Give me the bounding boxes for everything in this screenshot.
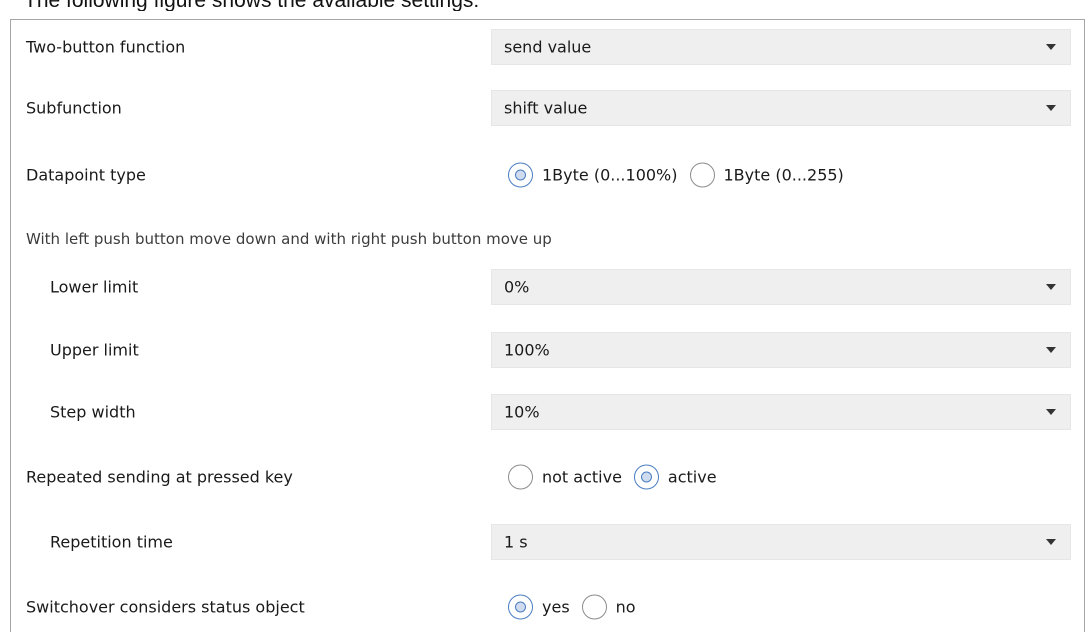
option-label: active bbox=[667, 467, 717, 487]
lower-limit-value: 0% bbox=[504, 277, 530, 297]
datapoint-type-radio-group: 1Byte (0...100%) 1Byte (0...255) bbox=[508, 162, 856, 188]
subfunction-value: shift value bbox=[504, 98, 588, 118]
datapoint-type-option-255[interactable]: 1Byte (0...255) bbox=[689, 162, 844, 188]
row-repetition-time: Repetition time 1 s bbox=[11, 522, 1084, 562]
row-switchover: Switchover considers status object yes n… bbox=[11, 587, 1084, 627]
radio-button-icon[interactable] bbox=[508, 594, 533, 620]
radio-button-icon[interactable] bbox=[633, 464, 659, 490]
datapoint-type-label: Datapoint type bbox=[26, 165, 146, 185]
caption-text: The following figure shows the available… bbox=[24, 0, 479, 11]
datapoint-type-option-percent[interactable]: 1Byte (0...100%) bbox=[508, 162, 678, 188]
chevron-down-icon bbox=[1046, 44, 1056, 50]
repetition-time-select[interactable]: 1 s bbox=[491, 524, 1071, 560]
repeated-sending-label: Repeated sending at pressed key bbox=[26, 467, 293, 487]
option-label: yes bbox=[542, 597, 570, 617]
clipped-caption: The following figure shows the available… bbox=[0, 0, 1089, 11]
switchover-radio-group: yes no bbox=[508, 594, 648, 620]
row-lower-limit: Lower limit 0% bbox=[11, 267, 1084, 307]
info-text: With left push button move down and with… bbox=[26, 230, 552, 248]
radio-button-icon[interactable] bbox=[508, 464, 533, 490]
settings-panel: Two-button function send value Subfuncti… bbox=[10, 19, 1085, 632]
lower-limit-label: Lower limit bbox=[50, 277, 139, 297]
option-label: no bbox=[615, 597, 636, 617]
chevron-down-icon bbox=[1046, 539, 1056, 545]
upper-limit-select[interactable]: 100% bbox=[491, 332, 1071, 368]
upper-limit-label: Upper limit bbox=[50, 340, 139, 360]
two-button-function-value: send value bbox=[504, 37, 592, 57]
row-two-button-function: Two-button function send value bbox=[11, 27, 1084, 67]
repetition-time-value: 1 s bbox=[504, 532, 528, 552]
switchover-option-no[interactable]: no bbox=[581, 594, 636, 620]
chevron-down-icon bbox=[1046, 284, 1056, 290]
option-label: 1Byte (0...100%) bbox=[542, 165, 678, 185]
step-width-label: Step width bbox=[50, 402, 136, 422]
repeated-sending-option-not-active[interactable]: not active bbox=[508, 464, 622, 490]
radio-button-icon[interactable] bbox=[581, 594, 607, 620]
radio-button-icon[interactable] bbox=[508, 162, 533, 188]
upper-limit-value: 100% bbox=[504, 340, 550, 360]
chevron-down-icon bbox=[1046, 409, 1056, 415]
row-repeated-sending: Repeated sending at pressed key not acti… bbox=[11, 457, 1084, 497]
repetition-time-label: Repetition time bbox=[50, 532, 173, 552]
option-label: not active bbox=[542, 467, 622, 487]
subfunction-label: Subfunction bbox=[26, 98, 122, 118]
option-label: 1Byte (0...255) bbox=[723, 165, 844, 185]
row-datapoint-type: Datapoint type 1Byte (0...100%) 1Byte (0… bbox=[11, 155, 1084, 195]
subfunction-select[interactable]: shift value bbox=[491, 90, 1071, 126]
step-width-value: 10% bbox=[504, 402, 540, 422]
two-button-function-label: Two-button function bbox=[26, 37, 186, 57]
chevron-down-icon bbox=[1046, 347, 1056, 353]
two-button-function-select[interactable]: send value bbox=[491, 29, 1071, 65]
row-subfunction: Subfunction shift value bbox=[11, 88, 1084, 128]
switchover-label: Switchover considers status object bbox=[26, 597, 305, 617]
repeated-sending-radio-group: not active active bbox=[508, 464, 729, 490]
radio-button-icon[interactable] bbox=[689, 162, 715, 188]
step-width-select[interactable]: 10% bbox=[491, 394, 1071, 430]
lower-limit-select[interactable]: 0% bbox=[491, 269, 1071, 305]
row-step-width: Step width 10% bbox=[11, 392, 1084, 432]
row-upper-limit: Upper limit 100% bbox=[11, 330, 1084, 370]
switchover-option-yes[interactable]: yes bbox=[508, 594, 570, 620]
repeated-sending-option-active[interactable]: active bbox=[633, 464, 717, 490]
chevron-down-icon bbox=[1046, 105, 1056, 111]
